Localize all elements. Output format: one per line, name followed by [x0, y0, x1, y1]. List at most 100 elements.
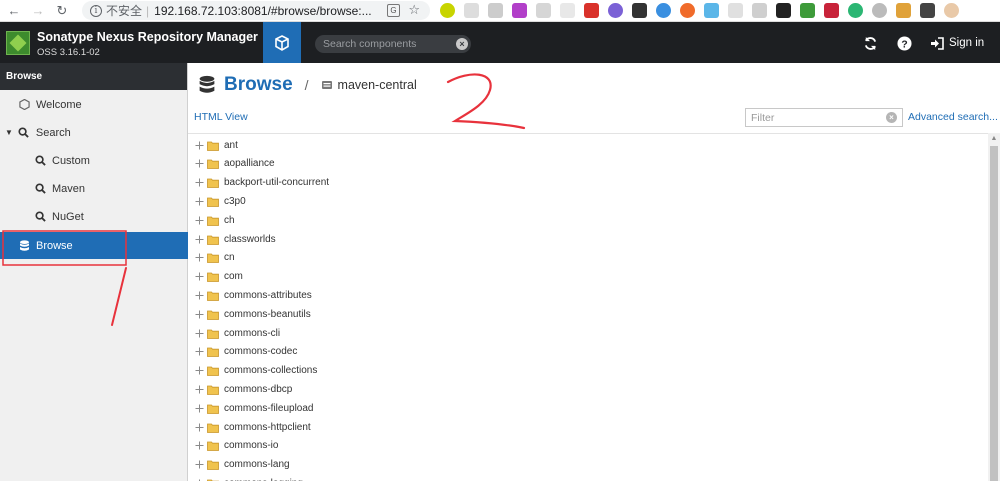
expand-plus-icon[interactable]	[195, 404, 204, 413]
folder-icon	[207, 423, 219, 433]
extension-icon[interactable]	[896, 3, 911, 18]
scroll-thumb[interactable]	[990, 146, 998, 481]
tree-row[interactable]: commons-io	[188, 437, 278, 455]
tree-row[interactable]: commons-httpclient	[188, 418, 311, 436]
advanced-search-link[interactable]: Advanced search...	[908, 111, 998, 123]
tree-row[interactable]: c3p0	[188, 192, 246, 210]
collapse-arrow-icon[interactable]: ▼	[5, 128, 13, 137]
sign-in-icon	[931, 36, 944, 50]
expand-plus-icon[interactable]	[195, 291, 204, 300]
tree-row[interactable]: commons-logging	[188, 474, 303, 481]
bookmark-star-icon[interactable]: ☆	[408, 2, 420, 18]
extension-icon[interactable]	[752, 3, 767, 18]
tree-row[interactable]: classworlds	[188, 230, 276, 248]
expand-plus-icon[interactable]	[195, 423, 204, 432]
help-icon[interactable]: ?	[896, 35, 912, 51]
extension-icon[interactable]	[848, 3, 863, 18]
browse-mode-button[interactable]	[263, 22, 301, 63]
forward-icon[interactable]: →	[28, 1, 48, 21]
html-view-link[interactable]: HTML View	[194, 111, 248, 123]
tree-row[interactable]: com	[188, 268, 243, 286]
extension-icon[interactable]	[488, 3, 503, 18]
info-icon[interactable]: i	[90, 4, 102, 17]
sidebar-item-maven[interactable]: Maven	[0, 175, 188, 202]
expand-plus-icon[interactable]	[195, 385, 204, 394]
expand-plus-icon[interactable]	[195, 347, 204, 356]
expand-plus-icon[interactable]	[195, 310, 204, 319]
tree-item-label: backport-util-concurrent	[224, 177, 330, 189]
tree-row[interactable]: commons-codec	[188, 343, 297, 361]
tree-row[interactable]: commons-beanutils	[188, 305, 311, 323]
expand-plus-icon[interactable]	[195, 460, 204, 469]
extension-icon[interactable]	[608, 3, 623, 18]
expand-plus-icon[interactable]	[195, 366, 204, 375]
expand-plus-icon[interactable]	[195, 159, 204, 168]
tree-item-label: com	[224, 271, 243, 283]
page-title[interactable]: Browse	[224, 74, 293, 96]
clear-search-icon[interactable]: ×	[456, 38, 468, 50]
extension-icon[interactable]	[560, 3, 575, 18]
sidebar-item-search[interactable]: ▼ Search	[0, 119, 188, 146]
expand-plus-icon[interactable]	[195, 253, 204, 262]
scroll-up-icon[interactable]: ▲	[988, 135, 1000, 143]
tree-row[interactable]: commons-attributes	[188, 286, 312, 304]
extension-icon[interactable]	[584, 3, 599, 18]
sidebar-item-nuget[interactable]: NuGet	[0, 203, 188, 230]
extension-icon[interactable]	[512, 3, 527, 18]
extension-icon[interactable]	[680, 3, 695, 18]
sign-in-button[interactable]: Sign in	[930, 34, 984, 52]
expand-plus-icon[interactable]	[195, 178, 204, 187]
address-bar[interactable]: i 不安全 | 192.168.72.103:8081/#browse/brow…	[82, 1, 430, 20]
refresh-icon[interactable]	[862, 35, 878, 51]
expand-plus-icon[interactable]	[195, 216, 204, 225]
scrollbar[interactable]: ▲	[988, 133, 1000, 481]
tree-row[interactable]: cn	[188, 249, 235, 267]
extension-icon[interactable]	[824, 3, 839, 18]
tree-row[interactable]: commons-collections	[188, 362, 317, 380]
translate-icon[interactable]: G	[387, 4, 400, 17]
sidebar-item-welcome[interactable]: Welcome	[0, 91, 188, 118]
expand-plus-icon[interactable]	[195, 141, 204, 150]
search-icon	[34, 211, 46, 223]
expand-plus-icon[interactable]	[195, 235, 204, 244]
repository-icon	[321, 81, 332, 89]
extension-icon[interactable]	[632, 3, 647, 18]
folder-icon	[207, 310, 219, 320]
extension-icon[interactable]	[872, 3, 887, 18]
reload-icon[interactable]: ↻	[52, 1, 72, 21]
tree-row[interactable]: ant	[188, 136, 238, 154]
extension-icon[interactable]	[536, 3, 551, 18]
extension-icon[interactable]	[728, 3, 743, 18]
expand-plus-icon[interactable]	[195, 272, 204, 281]
sidebar: Browse Welcome ▼ Search Custom Maven NuG…	[0, 63, 188, 481]
sidebar-item-label: NuGet	[52, 210, 84, 223]
tree-row[interactable]: commons-cli	[188, 324, 280, 342]
tree-item-label: commons-httpclient	[224, 421, 311, 433]
back-icon[interactable]: ←	[4, 1, 24, 21]
folder-icon	[207, 197, 219, 207]
extension-icon[interactable]	[656, 3, 671, 18]
tree-row[interactable]: backport-util-concurrent	[188, 174, 329, 192]
tree-row[interactable]: aopalliance	[188, 155, 275, 173]
search-components-input[interactable]: Search components	[315, 35, 471, 53]
sidebar-item-browse[interactable]: Browse	[0, 232, 188, 259]
extension-icon[interactable]	[704, 3, 719, 18]
sidebar-item-custom[interactable]: Custom	[0, 147, 188, 174]
tree-row[interactable]: commons-fileupload	[188, 399, 314, 417]
extension-icon[interactable]	[800, 3, 815, 18]
expand-plus-icon[interactable]	[195, 441, 204, 450]
expand-plus-icon[interactable]	[195, 197, 204, 206]
avatar[interactable]	[944, 3, 959, 18]
clear-filter-icon[interactable]: ×	[886, 112, 897, 123]
tree-row[interactable]: commons-dbcp	[188, 380, 292, 398]
extension-icon[interactable]	[776, 3, 791, 18]
extension-icon[interactable]	[440, 3, 455, 18]
tree-row[interactable]: ch	[188, 211, 235, 229]
expand-plus-icon[interactable]	[195, 329, 204, 338]
repository-name: maven-central	[337, 78, 417, 92]
extension-icon[interactable]	[920, 3, 935, 18]
hexagon-icon	[18, 99, 30, 111]
filter-input[interactable]: Filter	[745, 108, 903, 127]
extension-icon[interactable]	[464, 3, 479, 18]
tree-row[interactable]: commons-lang	[188, 456, 290, 474]
